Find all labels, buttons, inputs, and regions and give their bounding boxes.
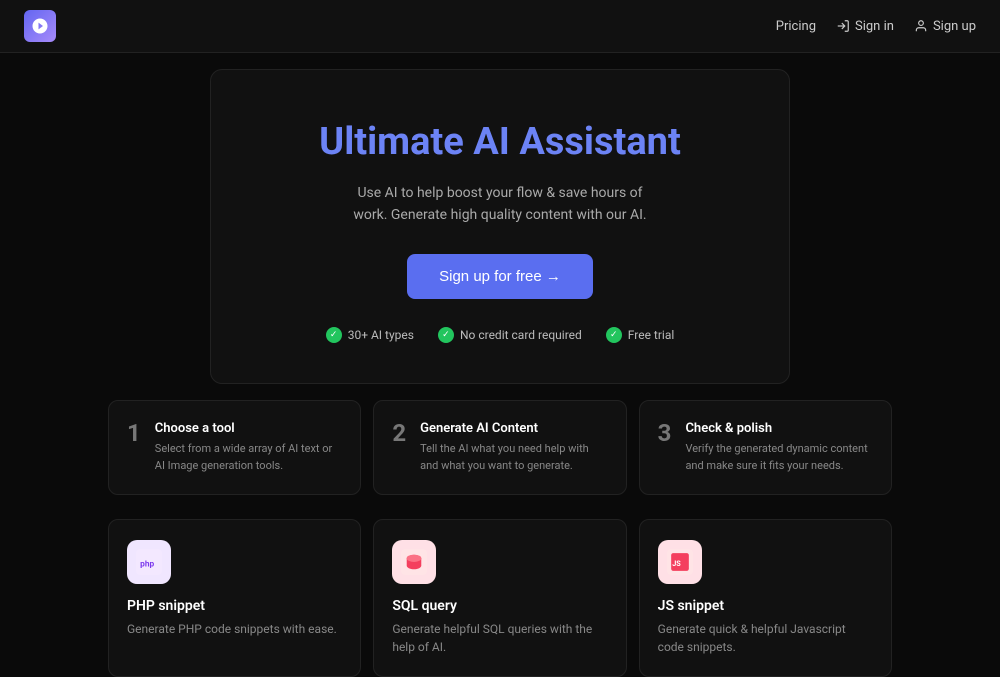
signin-link[interactable]: Sign in [836,19,894,34]
check-icon-2: ✓ [438,327,454,343]
signup-link[interactable]: Sign up [914,19,976,34]
tool-card-js: JS JS snippet Generate quick & helpful J… [639,519,892,677]
pricing-link[interactable]: Pricing [776,19,816,34]
step-content-3: Check & polish Verify the generated dyna… [685,421,873,474]
tool-title-sql: SQL query [392,598,607,614]
badge-ai-types-label: 30+ AI types [348,328,414,342]
signin-label: Sign in [855,19,894,34]
hero-badges: ✓ 30+ AI types ✓ No credit card required… [251,327,749,343]
check-icon-3: ✓ [606,327,622,343]
badge-no-card: ✓ No credit card required [438,327,582,343]
tools-section: php PHP snippet Generate PHP code snippe… [0,519,1000,677]
step-content-2: Generate AI Content Tell the AI what you… [420,421,608,474]
navbar: Pricing Sign in Sign up [0,0,1000,53]
step-title-2: Generate AI Content [420,421,608,436]
step-card-2: 2 Generate AI Content Tell the AI what y… [373,400,626,495]
step-content-1: Choose a tool Select from a wide array o… [155,421,343,474]
steps-section: 1 Choose a tool Select from a wide array… [0,400,1000,495]
svg-text:php: php [140,560,154,570]
badge-free-trial: ✓ Free trial [606,327,675,343]
step-number-1: 1 [127,421,141,445]
hero-title: Ultimate AI Assistant [251,120,749,166]
tool-title-js: JS snippet [658,598,873,614]
step-title-3: Check & polish [685,421,873,436]
step-number-3: 3 [658,421,672,445]
step-number-2: 2 [392,421,406,445]
step-desc-1: Select from a wide array of AI text or A… [155,441,343,474]
hero-subtitle: Use AI to help boost your flow & save ho… [251,182,749,227]
hero-section: Ultimate AI Assistant Use AI to help boo… [210,69,790,384]
signup-label: Sign up [933,19,976,34]
tool-card-sql: SQL query Generate helpful SQL queries w… [373,519,626,677]
badge-ai-types: ✓ 30+ AI types [326,327,414,343]
tool-desc-php: Generate PHP code snippets with ease. [127,620,342,638]
badge-no-card-label: No credit card required [460,328,582,342]
sql-icon [392,540,436,584]
svg-text:JS: JS [672,560,681,569]
php-icon: php [127,540,171,584]
tool-desc-js: Generate quick & helpful Javascript code… [658,620,873,656]
tool-title-php: PHP snippet [127,598,342,614]
tool-desc-sql: Generate helpful SQL queries with the he… [392,620,607,656]
logo[interactable] [24,10,56,42]
step-card-3: 3 Check & polish Verify the generated dy… [639,400,892,495]
step-desc-3: Verify the generated dynamic content and… [685,441,873,474]
cta-button[interactable]: Sign up for free → [407,254,593,299]
step-title-1: Choose a tool [155,421,343,436]
step-desc-2: Tell the AI what you need help with and … [420,441,608,474]
badge-free-trial-label: Free trial [628,328,675,342]
check-icon-1: ✓ [326,327,342,343]
step-card-1: 1 Choose a tool Select from a wide array… [108,400,361,495]
js-icon: JS [658,540,702,584]
main-content: Ultimate AI Assistant Use AI to help boo… [0,53,1000,677]
nav-links: Pricing Sign in Sign up [776,19,976,34]
tool-card-php: php PHP snippet Generate PHP code snippe… [108,519,361,677]
